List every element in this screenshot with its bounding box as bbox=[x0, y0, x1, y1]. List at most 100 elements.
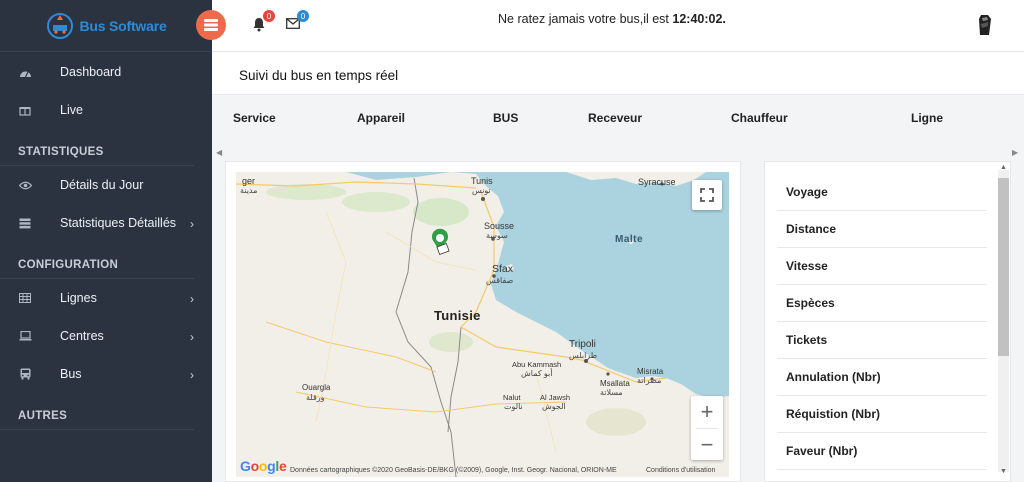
map-label-sousse-ar: سوسة bbox=[486, 231, 508, 240]
map-label-sea: Malte bbox=[615, 234, 644, 245]
map-label-misrata: Misrata bbox=[637, 367, 664, 376]
map-label-abukammash: Abu Kammash bbox=[512, 360, 562, 369]
map-terms-link[interactable]: Conditions d'utilisation bbox=[646, 467, 715, 474]
map-label-sfax-ar: صفاقس bbox=[486, 276, 514, 285]
info-row-faveur: Faveur (Nbr) bbox=[777, 433, 987, 470]
sidebar-item-dashboard[interactable]: Dashboard bbox=[0, 53, 212, 91]
map-label-nalut-ar: نالوت bbox=[504, 402, 523, 411]
sidebar-item-label: Lignes bbox=[60, 291, 97, 305]
sidebar-item-label: Statistiques Détaillés bbox=[60, 216, 177, 230]
bus-logo-icon bbox=[47, 12, 74, 39]
map-label-tunis-ar: تونس bbox=[472, 186, 491, 195]
info-panel-scrollbar[interactable] bbox=[998, 170, 1009, 472]
page-title: Suivi du bus en temps réel bbox=[239, 68, 399, 83]
menu-toggle-button[interactable] bbox=[196, 10, 226, 40]
map-label-abukammash-ar: أبو كماش bbox=[521, 369, 553, 378]
eye-icon bbox=[18, 179, 32, 191]
map-label-msallata-ar: مسلاتة bbox=[600, 388, 623, 397]
sidebar: Bus Software Dashboard Live STATISTIQUES… bbox=[0, 0, 212, 482]
map-zoom-controls: + − bbox=[691, 396, 723, 460]
map-label-tripoli: Tripoli bbox=[569, 339, 596, 350]
column-header-ligne[interactable]: Ligne bbox=[911, 111, 943, 125]
notifications-badge: 0 bbox=[263, 10, 275, 22]
sidebar-item-label: Dashboard bbox=[60, 65, 122, 79]
info-row-tickets: Tickets bbox=[777, 322, 987, 359]
column-header-receveur[interactable]: Receveur bbox=[588, 111, 642, 125]
scrollbar-thumb[interactable] bbox=[998, 178, 1009, 356]
logo-area: Bus Software bbox=[0, 0, 212, 52]
column-header-bus[interactable]: BUS bbox=[493, 111, 518, 125]
column-header-chauffeur[interactable]: Chauffeur bbox=[731, 111, 788, 125]
sidebar-item-lignes[interactable]: Lignes › bbox=[0, 279, 212, 317]
messages-button[interactable]: 0 bbox=[286, 10, 309, 33]
bus-info-panel: Voyage Distance Vitesse Espèces Tickets … bbox=[764, 161, 1011, 482]
scroll-right-arrow[interactable]: ▶ bbox=[1012, 148, 1018, 157]
map-label-sfax: Sfax bbox=[492, 263, 514, 275]
info-row-vitesse: Vitesse bbox=[777, 248, 987, 285]
column-header-service[interactable]: Service bbox=[233, 111, 276, 125]
map-label-msallata: Msallata bbox=[600, 379, 630, 388]
app-name: Bus Software bbox=[79, 17, 167, 34]
scroll-up-arrow[interactable]: ▲ bbox=[1000, 164, 1007, 171]
section-configuration: CONFIGURATION bbox=[0, 242, 194, 279]
map-zoom-in-button[interactable]: + bbox=[691, 396, 723, 428]
clock-message-text: Ne ratez jamais votre bus,il est bbox=[498, 12, 673, 26]
map-label-misrata-ar: مصراتة bbox=[637, 376, 662, 385]
chevron-right-icon: › bbox=[190, 368, 194, 382]
sidebar-item-details-jour[interactable]: Détails du Jour bbox=[0, 166, 212, 204]
map-label-alger-ar: مدينة bbox=[240, 186, 258, 195]
map-label-ouargla: Ouargla bbox=[302, 383, 331, 392]
column-header-appareil[interactable]: Appareil bbox=[357, 111, 405, 125]
map-label-tripoli-ar: طرابلس bbox=[569, 351, 598, 360]
info-row-requistion: Réquistion (Nbr) bbox=[777, 396, 987, 433]
info-row-annulation: Annulation (Nbr) bbox=[777, 359, 987, 396]
scroll-left-arrow[interactable]: ◀ bbox=[216, 148, 222, 157]
page-title-bar: Suivi du bus en temps réel bbox=[212, 52, 1024, 95]
map-canvas bbox=[236, 172, 729, 477]
chevron-right-icon: › bbox=[190, 217, 194, 231]
sidebar-item-label: Centres bbox=[60, 329, 104, 343]
phone-icon[interactable] bbox=[978, 14, 992, 36]
notifications-button[interactable]: 0 bbox=[252, 10, 275, 33]
map-label-sousse: Sousse bbox=[484, 221, 515, 231]
map-label-aljawsh: Al Jawsh bbox=[540, 393, 571, 402]
map-zoom-out-button[interactable]: − bbox=[691, 429, 723, 461]
google-logo: Google bbox=[240, 458, 287, 474]
topbar: 0 0 Ne ratez jamais votre bus,il est 12:… bbox=[196, 0, 1024, 52]
map-attribution: Données cartographiques ©2020 GeoBasis-D… bbox=[290, 467, 617, 474]
bus-table-header: Service Appareil BUS Receveur Chauffeur … bbox=[212, 95, 1024, 144]
sidebar-item-label: Détails du Jour bbox=[60, 178, 144, 192]
chevron-right-icon: › bbox=[190, 292, 194, 306]
map-fullscreen-button[interactable] bbox=[692, 180, 722, 210]
messages-badge: 0 bbox=[297, 10, 309, 22]
chevron-right-icon: › bbox=[190, 330, 194, 344]
section-autres: AUTRES bbox=[0, 393, 194, 430]
app-logo[interactable]: Bus Software bbox=[45, 11, 167, 41]
grid-icon bbox=[18, 292, 32, 304]
sidebar-item-statistiques-detailles[interactable]: Statistiques Détaillés › bbox=[0, 204, 212, 242]
clock-message: Ne ratez jamais votre bus,il est 12:40:0… bbox=[498, 12, 726, 26]
sidebar-item-live[interactable]: Live bbox=[0, 91, 212, 129]
gift-icon bbox=[18, 104, 32, 116]
clock-time: 12:40:02. bbox=[672, 12, 726, 26]
map-label-aljawsh-ar: الجوش bbox=[542, 402, 566, 411]
map-label-tunis: Tunis bbox=[471, 176, 493, 186]
server-icon bbox=[18, 217, 32, 229]
sidebar-item-bus[interactable]: Bus › bbox=[0, 355, 212, 393]
laptop-icon bbox=[18, 330, 32, 342]
map-label-ouargla-ar: ورقلة bbox=[306, 393, 325, 402]
menu-icon bbox=[204, 19, 218, 31]
map-label-nalut: Nalut bbox=[503, 393, 521, 402]
dashboard-icon bbox=[18, 66, 32, 78]
scroll-down-arrow[interactable]: ▼ bbox=[1000, 468, 1007, 475]
live-map[interactable]: Tunisie Malte Tunis تونس Sousse سوسة Sfa… bbox=[236, 172, 729, 477]
map-label-country: Tunisie bbox=[434, 308, 481, 323]
map-label-syracuse: Syracuse bbox=[638, 177, 676, 187]
sidebar-item-centres[interactable]: Centres › bbox=[0, 317, 212, 355]
section-statistiques: STATISTIQUES bbox=[0, 129, 194, 166]
info-row-especes: Espèces bbox=[777, 285, 987, 322]
info-row-distance: Distance bbox=[777, 211, 987, 248]
bus-icon bbox=[18, 368, 32, 380]
sidebar-item-label: Bus bbox=[60, 367, 82, 381]
fullscreen-icon bbox=[700, 188, 714, 202]
